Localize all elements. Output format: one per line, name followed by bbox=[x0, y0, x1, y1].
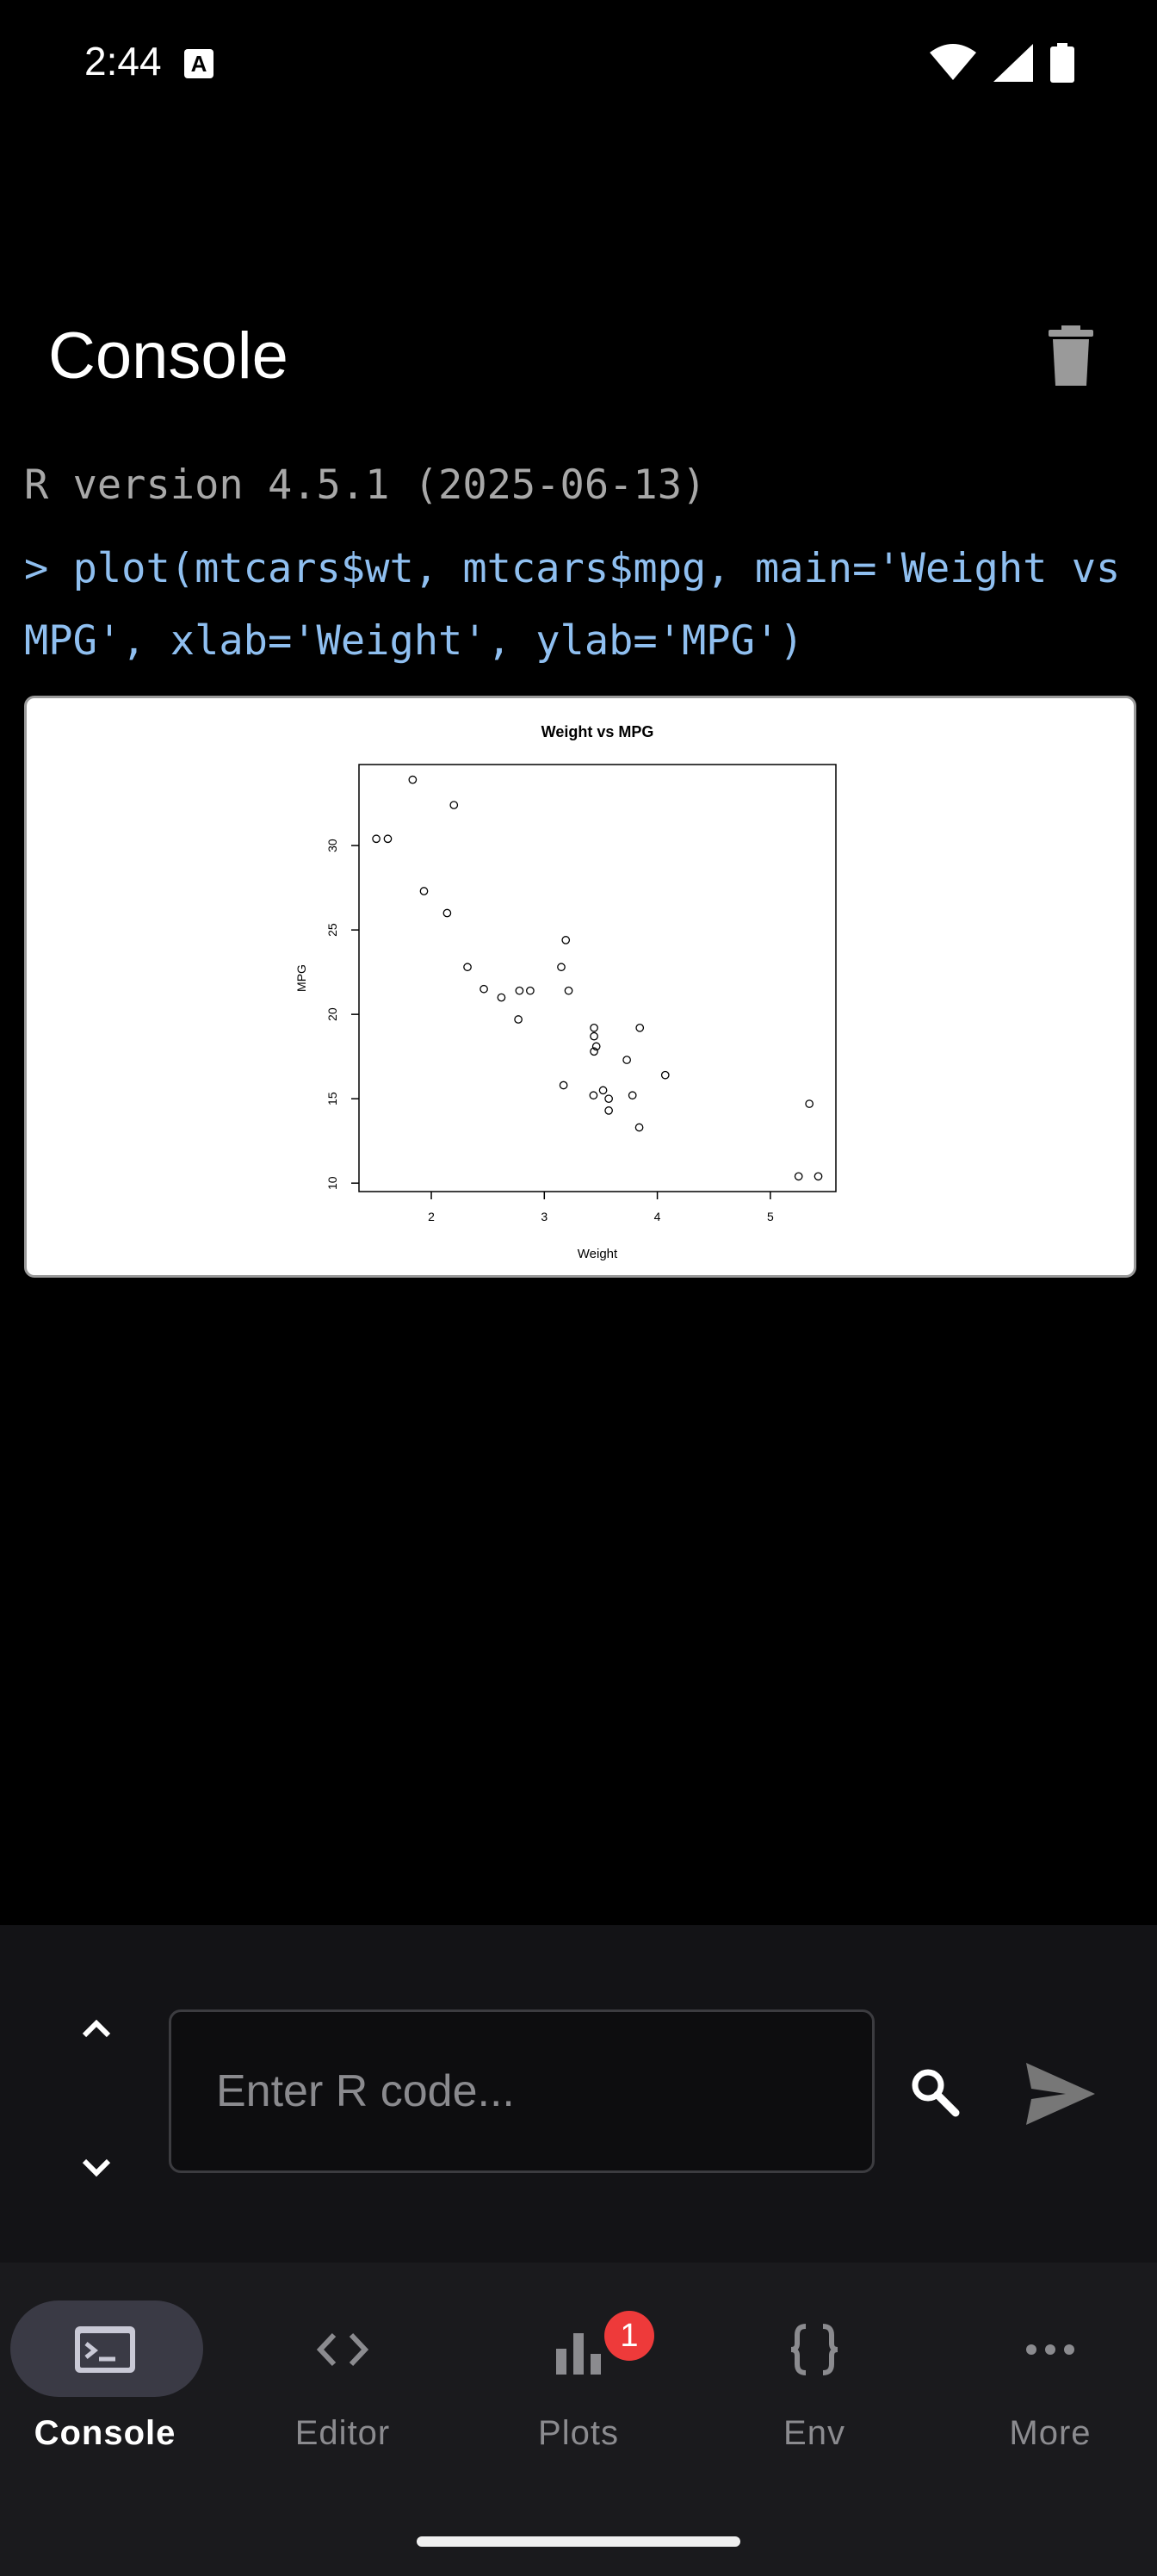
data-point bbox=[526, 986, 535, 995]
nav-env-label: Env bbox=[783, 2414, 845, 2452]
data-point bbox=[805, 1099, 814, 1108]
y-tick-label: 25 bbox=[325, 923, 339, 937]
data-point bbox=[598, 1086, 608, 1095]
home-indicator bbox=[417, 2536, 740, 2547]
x-tick-label: 5 bbox=[767, 1210, 774, 1223]
plot-output[interactable]: Weight vs MPG 2 3 4 5 10 15 20 25 30 Weight MPG bbox=[24, 696, 1136, 1278]
code-input[interactable] bbox=[169, 2009, 875, 2173]
code-icon bbox=[316, 2332, 369, 2367]
data-point bbox=[463, 963, 472, 972]
nav-editor-label: Editor bbox=[294, 2414, 391, 2452]
battery-icon bbox=[1050, 43, 1074, 83]
data-points bbox=[372, 775, 823, 1181]
status-bar: 2:44 A bbox=[0, 0, 1157, 129]
terminal-icon bbox=[75, 2326, 135, 2373]
data-point bbox=[559, 1081, 568, 1090]
data-point bbox=[590, 1031, 598, 1041]
data-point bbox=[589, 1091, 598, 1100]
chart-title: Weight vs MPG bbox=[541, 723, 654, 740]
nav-editor[interactable]: Editor bbox=[239, 2300, 446, 2473]
data-point bbox=[449, 801, 459, 809]
cellular-signal-icon bbox=[993, 44, 1033, 82]
x-tick-label: 3 bbox=[541, 1210, 548, 1223]
wifi-icon bbox=[930, 44, 976, 80]
search-button[interactable] bbox=[906, 2063, 964, 2121]
data-point bbox=[634, 1123, 644, 1132]
send-icon bbox=[1026, 2063, 1095, 2125]
data-point bbox=[604, 1106, 613, 1115]
data-point bbox=[561, 936, 571, 944]
code-input-area bbox=[0, 1925, 1157, 2263]
plot-frame bbox=[358, 764, 837, 1192]
console-header: Console bbox=[0, 293, 1157, 422]
y-axis-label: MPG bbox=[294, 964, 308, 992]
nav-more[interactable]: More bbox=[947, 2300, 1154, 2473]
data-point bbox=[622, 1056, 631, 1064]
y-tick-label: 20 bbox=[325, 1007, 339, 1021]
nav-console[interactable]: Console bbox=[2, 2300, 208, 2473]
data-point bbox=[372, 834, 381, 844]
bottom-navigation: Console Editor 1 Plots Env More bbox=[0, 2263, 1157, 2576]
app-notification-icon: A bbox=[184, 49, 213, 78]
x-axis: 2 3 4 5 bbox=[428, 1192, 774, 1223]
data-point bbox=[590, 1023, 598, 1032]
data-point bbox=[419, 887, 429, 895]
history-down-button[interactable] bbox=[71, 2142, 122, 2194]
console-output: R version 4.5.1 (2025-06-13) > plot(mtca… bbox=[24, 461, 1135, 678]
data-point bbox=[635, 1023, 645, 1032]
scatter-plot: Weight vs MPG 2 3 4 5 10 15 20 25 30 Weight MPG bbox=[294, 723, 837, 1261]
data-point bbox=[564, 986, 573, 995]
y-axis: 10 15 20 25 30 bbox=[325, 839, 359, 1190]
data-point bbox=[383, 834, 393, 844]
r-version-line: R version 4.5.1 (2025-06-13) bbox=[24, 461, 707, 509]
chevron-down-icon bbox=[82, 2158, 111, 2177]
x-axis-label: Weight bbox=[578, 1247, 618, 1261]
nav-env[interactable]: Env bbox=[711, 2300, 918, 2473]
data-point bbox=[814, 1172, 823, 1181]
x-tick-label: 4 bbox=[654, 1210, 661, 1223]
command-line: > plot(mtcars$wt, mtcars$mpg, main='Weig… bbox=[24, 545, 1145, 665]
chevron-up-icon bbox=[82, 2019, 111, 2038]
history-up-button[interactable] bbox=[71, 2003, 122, 2054]
data-point bbox=[515, 986, 524, 995]
braces-icon bbox=[790, 2324, 838, 2375]
data-point bbox=[514, 1015, 523, 1024]
y-tick-label: 10 bbox=[325, 1176, 339, 1190]
x-tick-label: 2 bbox=[428, 1210, 435, 1223]
nav-plots[interactable]: 1 Plots bbox=[475, 2300, 682, 2473]
data-point bbox=[660, 1070, 670, 1080]
plots-badge: 1 bbox=[604, 2311, 654, 2361]
send-button[interactable] bbox=[1023, 2059, 1097, 2128]
clear-console-button[interactable] bbox=[1045, 325, 1097, 386]
y-tick-label: 30 bbox=[325, 839, 339, 852]
more-dots-icon bbox=[1026, 2344, 1074, 2355]
data-point bbox=[794, 1172, 803, 1181]
page-title: Console bbox=[48, 319, 288, 393]
nav-more-label: More bbox=[1009, 2414, 1092, 2452]
data-point bbox=[557, 963, 566, 972]
status-icons bbox=[930, 43, 1074, 83]
bar-chart-icon bbox=[556, 2333, 601, 2375]
data-point bbox=[480, 984, 488, 994]
data-point bbox=[604, 1094, 613, 1104]
data-point bbox=[442, 908, 452, 918]
data-point bbox=[408, 775, 418, 784]
status-time: 2:44 bbox=[84, 39, 162, 84]
search-icon bbox=[912, 2069, 960, 2117]
data-point bbox=[497, 993, 506, 1002]
data-point bbox=[628, 1091, 637, 1100]
trash-icon bbox=[1049, 325, 1093, 386]
nav-console-label: Console bbox=[34, 2414, 176, 2452]
nav-plots-label: Plots bbox=[538, 2414, 619, 2452]
y-tick-label: 15 bbox=[325, 1092, 339, 1105]
